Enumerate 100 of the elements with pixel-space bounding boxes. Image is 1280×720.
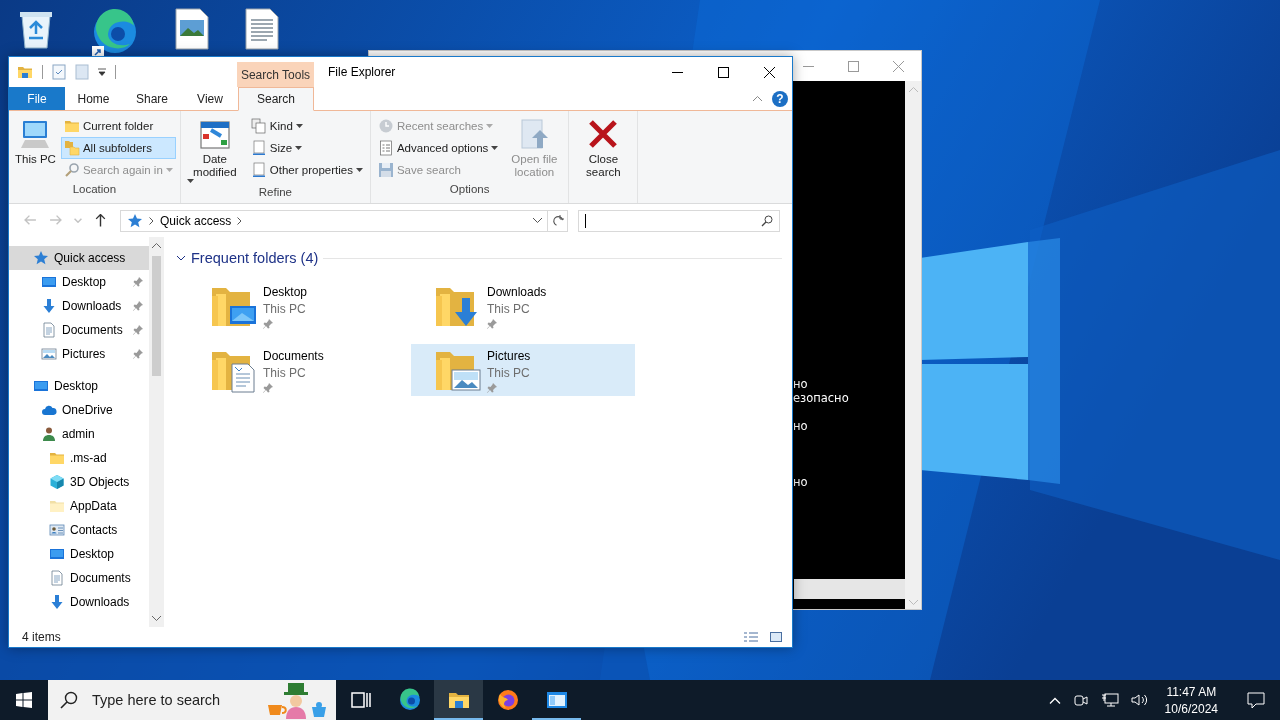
nav-item[interactable]: Documents	[9, 318, 149, 342]
refresh-icon[interactable]	[551, 214, 564, 227]
folder-location: This PC	[263, 366, 307, 380]
vertical-scrollbar[interactable]	[905, 81, 921, 609]
list-document-icon	[377, 140, 394, 156]
ribbon-button[interactable]: Close search	[573, 115, 634, 182]
nav-item[interactable]: Downloads	[9, 590, 149, 614]
contact-card-icon	[49, 522, 65, 538]
scrollbar-thumb[interactable]	[152, 256, 161, 376]
scroll-up-icon	[908, 87, 918, 92]
documents-icon	[250, 118, 267, 134]
document-icon	[250, 140, 267, 156]
folder-icon	[63, 118, 80, 134]
caret-icon	[295, 124, 303, 128]
nav-item[interactable]: AppData	[9, 494, 149, 518]
document-icon	[49, 570, 65, 586]
ribbon-tab[interactable]: Search	[238, 87, 314, 111]
nav-item[interactable]: 3D Objects	[9, 470, 149, 494]
clock[interactable]: 11:47 AM 10/6/2024	[1158, 684, 1224, 716]
folder-tile[interactable]: Desktop This PC	[187, 280, 411, 332]
nav-item[interactable]: admin	[9, 422, 149, 446]
maximize-icon[interactable]	[848, 60, 859, 72]
folder-name: Documents	[263, 349, 324, 363]
horizontal-scrollbar[interactable]	[794, 579, 905, 599]
folder-icon[interactable]	[17, 64, 33, 80]
folder-name: Desktop	[263, 285, 308, 299]
ribbon-button[interactable]: Kind	[247, 115, 366, 137]
clock-icon	[377, 118, 394, 134]
folder-tile[interactable]: Documents This PC	[187, 344, 411, 396]
nav-item[interactable]: Desktop	[9, 270, 149, 294]
taskbar-app[interactable]	[434, 680, 483, 720]
address-bar[interactable]: Quick access	[120, 209, 568, 232]
chevron-up-icon	[1048, 696, 1061, 704]
speaker-icon	[1130, 692, 1149, 708]
chevron-right-icon	[149, 216, 154, 225]
ribbon-button[interactable]: All subfolders	[60, 137, 176, 159]
properties-icon[interactable]	[52, 64, 66, 80]
folder-icon	[49, 498, 65, 514]
close-icon	[587, 118, 620, 150]
chevron-down-icon[interactable]	[176, 253, 186, 263]
folder-location: This PC	[263, 302, 307, 316]
close-icon[interactable]	[893, 60, 904, 72]
windows-logo-icon	[16, 692, 32, 708]
text-file-icon[interactable]	[244, 8, 280, 50]
document-icon	[41, 322, 57, 338]
ribbon-button[interactable]: Advanced options	[374, 137, 502, 159]
breadcrumb[interactable]: Quick access	[160, 213, 232, 228]
down-arrow-icon	[41, 298, 57, 314]
caret-icon	[491, 146, 499, 150]
help-button[interactable]: ?	[772, 90, 788, 107]
details-view-icon	[744, 632, 758, 642]
calendar-icon	[198, 118, 231, 150]
group-header[interactable]: Frequent folders (4)	[191, 250, 319, 266]
document-icon	[250, 162, 267, 178]
ribbon-tab[interactable]: Home	[65, 87, 122, 110]
ribbon-button[interactable]: Current folder	[60, 115, 176, 137]
folder-location: This PC	[487, 366, 531, 380]
chevron-right-icon	[237, 216, 243, 225]
minimize-icon[interactable]	[803, 65, 814, 67]
close-icon	[763, 66, 775, 78]
ribbon-button[interactable]: Size	[247, 137, 366, 159]
nav-item[interactable]: Contacts	[9, 518, 149, 542]
nav-item[interactable]: Desktop	[9, 542, 149, 566]
collapse-ribbon-icon[interactable]	[753, 96, 762, 101]
large-icons-view-button[interactable]	[768, 630, 784, 644]
large-icons-view-icon	[770, 632, 782, 642]
nav-item[interactable]: Desktop	[9, 374, 149, 398]
ribbon-button[interactable]: This PC	[13, 115, 58, 169]
scrollbar[interactable]	[149, 237, 164, 627]
nav-item[interactable]: Documents	[9, 566, 149, 590]
ribbon-tab[interactable]: File	[9, 87, 65, 110]
dropdown-chevron-icon[interactable]	[532, 218, 542, 223]
nav-item[interactable]: Pictures	[9, 342, 149, 366]
desktop-icon	[49, 546, 65, 562]
forward-arrow-icon	[49, 214, 62, 227]
ribbon-tab[interactable]: Share	[122, 87, 182, 110]
nav-item[interactable]: OneDrive	[9, 398, 149, 422]
ribbon-button[interactable]: Date modified	[184, 115, 245, 186]
desktop-icon	[41, 274, 57, 290]
folder-name: Pictures	[487, 349, 531, 363]
network-icon	[1100, 692, 1119, 708]
document-up-arrow-icon	[518, 118, 551, 150]
back-arrow-icon	[24, 214, 37, 227]
down-arrow-icon	[49, 594, 65, 610]
scroll-down-icon	[908, 600, 918, 605]
nav-item[interactable]: Downloads	[9, 294, 149, 318]
image-file-icon[interactable]	[174, 8, 210, 50]
nav-item[interactable]: Quick access	[9, 246, 149, 270]
group-label: Location	[72, 183, 117, 195]
scroll-down-icon	[152, 616, 161, 621]
maximize-icon	[717, 66, 729, 78]
folder-tile[interactable]: Downloads This PC	[411, 280, 635, 332]
taskbar-search-field[interactable]: Type here to search	[48, 680, 336, 720]
magnifier-icon	[63, 162, 80, 178]
ribbon-button[interactable]: Other properties	[247, 159, 366, 181]
search-field[interactable]	[578, 209, 780, 232]
ribbon-tab[interactable]: View	[182, 87, 238, 110]
folder-tile[interactable]: Pictures This PC	[411, 344, 635, 396]
customize-caret-icon[interactable]	[98, 68, 106, 76]
nav-item[interactable]: .ms-ad	[9, 446, 149, 470]
